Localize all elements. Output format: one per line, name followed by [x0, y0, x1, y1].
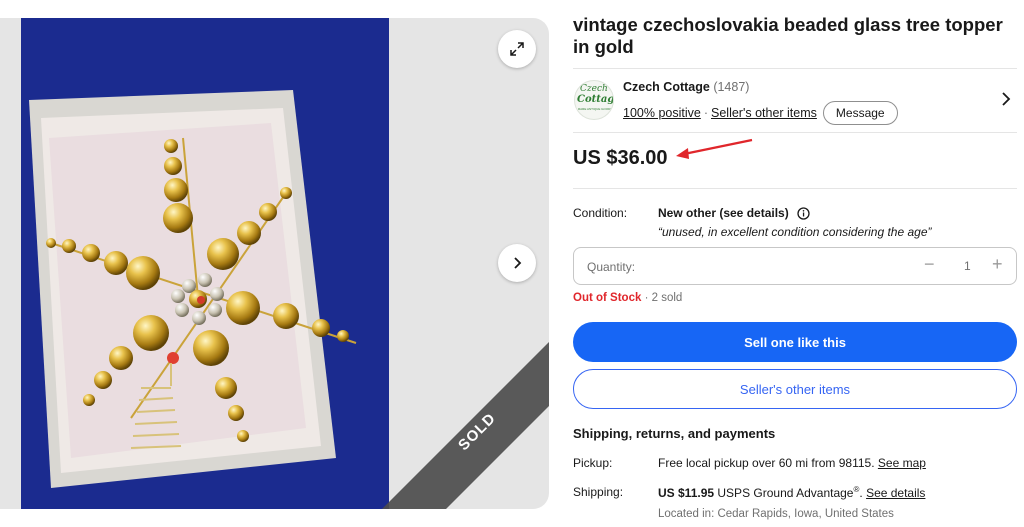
pickup-label: Pickup:	[573, 456, 613, 470]
separator-dot: ·	[703, 106, 708, 120]
condition-value-row: New other (see details)	[658, 206, 810, 220]
stock-status: Out of Stock · 2 sold	[573, 292, 682, 304]
sell-one-like-this-button[interactable]: Sell one like this	[573, 322, 1017, 362]
seller-links: 100% positive · Seller's other items Mes…	[623, 101, 898, 125]
shipping-section-heading: Shipping, returns, and payments	[573, 426, 776, 441]
price: US $36.00	[573, 147, 668, 169]
expand-image-button[interactable]	[498, 30, 536, 68]
condition-label: Condition:	[573, 206, 628, 220]
positive-feedback-link[interactable]: 100% positive	[623, 106, 701, 120]
shipping-label: Shipping:	[573, 485, 624, 499]
shipping-service: USPS Ground Advantage	[717, 486, 854, 500]
see-details-link[interactable]: See details	[866, 486, 925, 500]
condition-value: New other (see details)	[658, 206, 789, 220]
annotation-arrow-icon	[676, 138, 753, 159]
seller-feedback-count: (1487)	[713, 80, 750, 94]
image-gallery: SOLD	[0, 18, 549, 509]
see-map-link[interactable]: See map	[878, 456, 926, 470]
sold-label: SOLD	[455, 409, 500, 455]
next-image-button[interactable]	[498, 244, 536, 282]
out-of-stock-label: Out of Stock	[573, 292, 642, 304]
seller-card[interactable]: Czech Cottage RARE ANTIQUE GOODS Czech C…	[573, 76, 1017, 126]
quantity-value[interactable]: 1	[964, 259, 971, 273]
seller-name-row: Czech Cottage (1487)	[623, 80, 749, 94]
pickup-text: Free local pickup over 60 mi from 98115.	[658, 456, 875, 470]
condition-description: “unused, in excellent condition consider…	[658, 225, 932, 239]
pickup-value: Free local pickup over 60 mi from 98115.…	[658, 456, 926, 470]
divider	[573, 132, 1017, 133]
expand-icon	[510, 42, 524, 56]
shipping-price: US $11.95	[658, 486, 715, 500]
chevron-right-icon[interactable]	[1001, 92, 1011, 106]
chevron-right-icon	[514, 257, 522, 269]
divider	[573, 68, 1017, 69]
product-photo[interactable]	[21, 18, 389, 509]
info-icon[interactable]	[797, 206, 810, 220]
sold-count: · 2 sold	[644, 292, 683, 304]
seller-other-items-link[interactable]: Seller's other items	[711, 106, 817, 120]
divider	[573, 188, 1017, 189]
quantity-label: Quantity:	[587, 260, 636, 274]
message-button[interactable]: Message	[822, 101, 898, 125]
item-location: Located in: Cedar Rapids, Iowa, United S…	[658, 508, 894, 520]
item-title: vintage czechoslovakia beaded glass tree…	[573, 14, 1003, 57]
seller-logo: Czech Cottage RARE ANTIQUE GOODS	[574, 80, 614, 120]
quantity-stepper[interactable]: Quantity: − 1 +	[573, 247, 1017, 285]
sellers-other-items-button[interactable]: Seller's other items	[573, 369, 1017, 409]
shipping-value: US $11.95 USPS Ground Advantage®. See de…	[658, 485, 926, 500]
seller-name[interactable]: Czech Cottage	[623, 80, 710, 94]
registered-mark: ®	[853, 485, 860, 494]
quantity-decrease-button[interactable]: −	[924, 254, 935, 275]
quantity-increase-button[interactable]: +	[992, 254, 1003, 275]
